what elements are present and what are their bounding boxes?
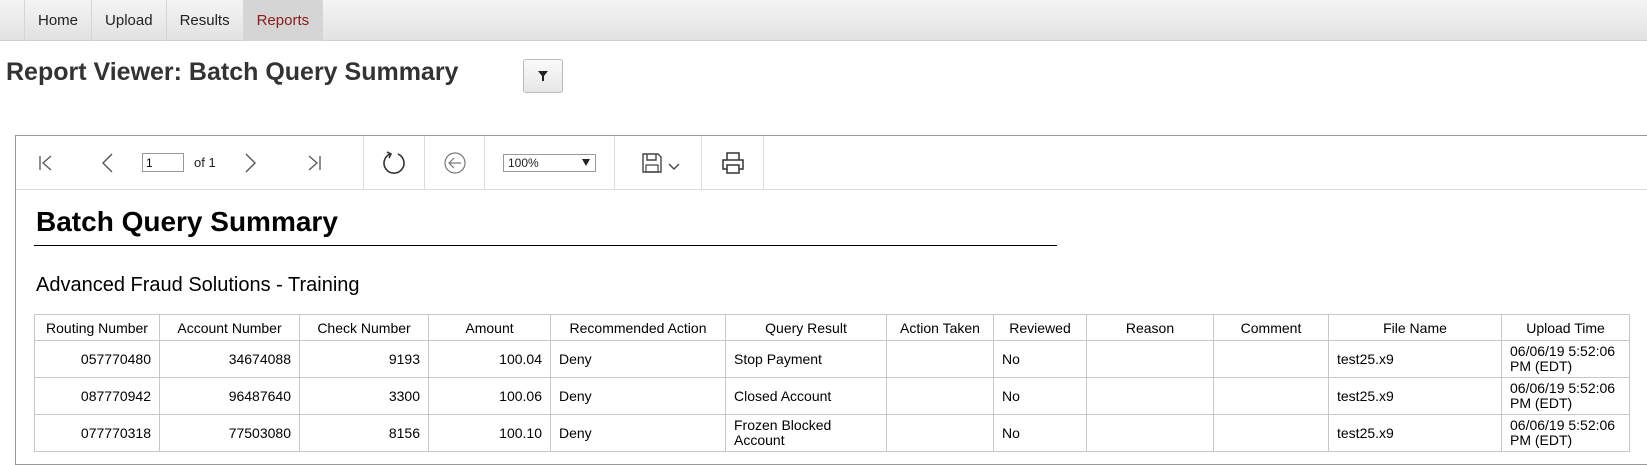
report-subtitle: Advanced Fraud Solutions - Training: [36, 274, 360, 296]
cell-amount: 100.10: [428, 414, 551, 452]
column-header: Recommended Action: [550, 314, 726, 341]
column-header: Upload Time: [1501, 314, 1630, 341]
column-header: File Name: [1328, 314, 1502, 341]
report-title: Batch Query Summary: [36, 206, 338, 237]
cell-query-result: Closed Account: [725, 377, 887, 415]
table-row: 087770942 96487640 3300 100.06 Deny Clos…: [34, 377, 1630, 415]
cell-reviewed: No: [993, 414, 1087, 452]
table-row: 077770318 77503080 8156 100.10 Deny Froz…: [34, 414, 1630, 452]
chevron-down-icon[interactable]: [666, 153, 682, 181]
nav-tab-reports[interactable]: Reports: [242, 0, 324, 41]
print-icon[interactable]: [719, 149, 747, 177]
cell-action-taken: [886, 414, 994, 452]
save-icon[interactable]: [638, 149, 666, 177]
nav-tab-home[interactable]: Home: [24, 0, 93, 41]
print-group: [702, 136, 764, 189]
cell-check-number: 8156: [299, 414, 429, 452]
cell-file-name: test25.x9: [1328, 340, 1502, 378]
cell-file-name: test25.x9: [1328, 377, 1502, 415]
zoom-select[interactable]: 100%: [503, 153, 596, 172]
cell-reason: [1086, 414, 1214, 452]
cell-action-taken: [886, 340, 994, 378]
table-header-row: Routing Number Account Number Check Numb…: [34, 314, 1630, 341]
cell-reason: [1086, 377, 1214, 415]
cell-comment: [1213, 414, 1329, 452]
back-icon[interactable]: [441, 149, 469, 177]
cell-comment: [1213, 377, 1329, 415]
report-viewer: of 1 100%: [15, 135, 1647, 465]
cell-amount: 100.04: [428, 340, 551, 378]
table-row: 057770480 34674088 9193 100.04 Deny Stop…: [34, 340, 1630, 378]
top-nav: Home Upload Results Reports: [0, 0, 1647, 41]
column-header: Amount: [428, 314, 551, 341]
filter-button[interactable]: [523, 59, 563, 93]
cell-check-number: 9193: [299, 340, 429, 378]
refresh-group: [364, 136, 425, 189]
cell-file-name: test25.x9: [1328, 414, 1502, 452]
title-underline: [34, 245, 1057, 246]
paging-group: of 1: [16, 136, 364, 189]
cell-recommended-action: Deny: [550, 377, 726, 415]
nav-tab-results[interactable]: Results: [165, 0, 244, 41]
results-table: Routing Number Account Number Check Numb…: [34, 314, 1630, 452]
nav-tab-upload[interactable]: Upload: [91, 0, 167, 41]
column-header: Query Result: [725, 314, 887, 341]
cell-routing-number: 077770318: [34, 414, 160, 452]
cell-query-result: Stop Payment: [725, 340, 887, 378]
cell-comment: [1213, 340, 1329, 378]
previous-page-icon[interactable]: [94, 149, 122, 177]
cell-check-number: 3300: [299, 377, 429, 415]
viewer-toolbar: of 1 100%: [16, 136, 1647, 190]
column-header: Account Number: [159, 314, 300, 341]
page-number-input[interactable]: [142, 153, 184, 172]
back-group: [425, 136, 485, 189]
export-group: [615, 136, 702, 189]
cell-upload-time: 06/06/19 5:52:06 PM (EDT): [1501, 340, 1630, 378]
cell-routing-number: 057770480: [34, 340, 160, 378]
next-page-icon[interactable]: [236, 149, 264, 177]
cell-upload-time: 06/06/19 5:52:06 PM (EDT): [1501, 377, 1630, 415]
column-header: Action Taken: [886, 314, 994, 341]
cell-reviewed: No: [993, 377, 1087, 415]
cell-reviewed: No: [993, 340, 1087, 378]
column-header: Routing Number: [34, 314, 160, 341]
cell-upload-time: 06/06/19 5:52:06 PM (EDT): [1501, 414, 1630, 452]
cell-account-number: 34674088: [159, 340, 300, 378]
page-title: Report Viewer: Batch Query Summary: [6, 58, 459, 86]
filter-icon: [538, 71, 548, 81]
cell-account-number: 77503080: [159, 414, 300, 452]
refresh-icon[interactable]: [380, 149, 408, 177]
column-header: Check Number: [299, 314, 429, 341]
column-header: Reason: [1086, 314, 1214, 341]
column-header: Comment: [1213, 314, 1329, 341]
dropdown-arrow-icon: [582, 158, 590, 166]
first-page-icon[interactable]: [32, 149, 60, 177]
cell-amount: 100.06: [428, 377, 551, 415]
zoom-value: 100%: [508, 155, 539, 170]
cell-account-number: 96487640: [159, 377, 300, 415]
page-count-label: of 1: [194, 155, 216, 170]
cell-action-taken: [886, 377, 994, 415]
cell-recommended-action: Deny: [550, 340, 726, 378]
cell-reason: [1086, 340, 1214, 378]
zoom-group: 100%: [485, 136, 615, 189]
cell-routing-number: 087770942: [34, 377, 160, 415]
last-page-icon[interactable]: [300, 149, 328, 177]
column-header: Reviewed: [993, 314, 1087, 341]
cell-recommended-action: Deny: [550, 414, 726, 452]
cell-query-result: Frozen Blocked Account: [725, 414, 887, 452]
